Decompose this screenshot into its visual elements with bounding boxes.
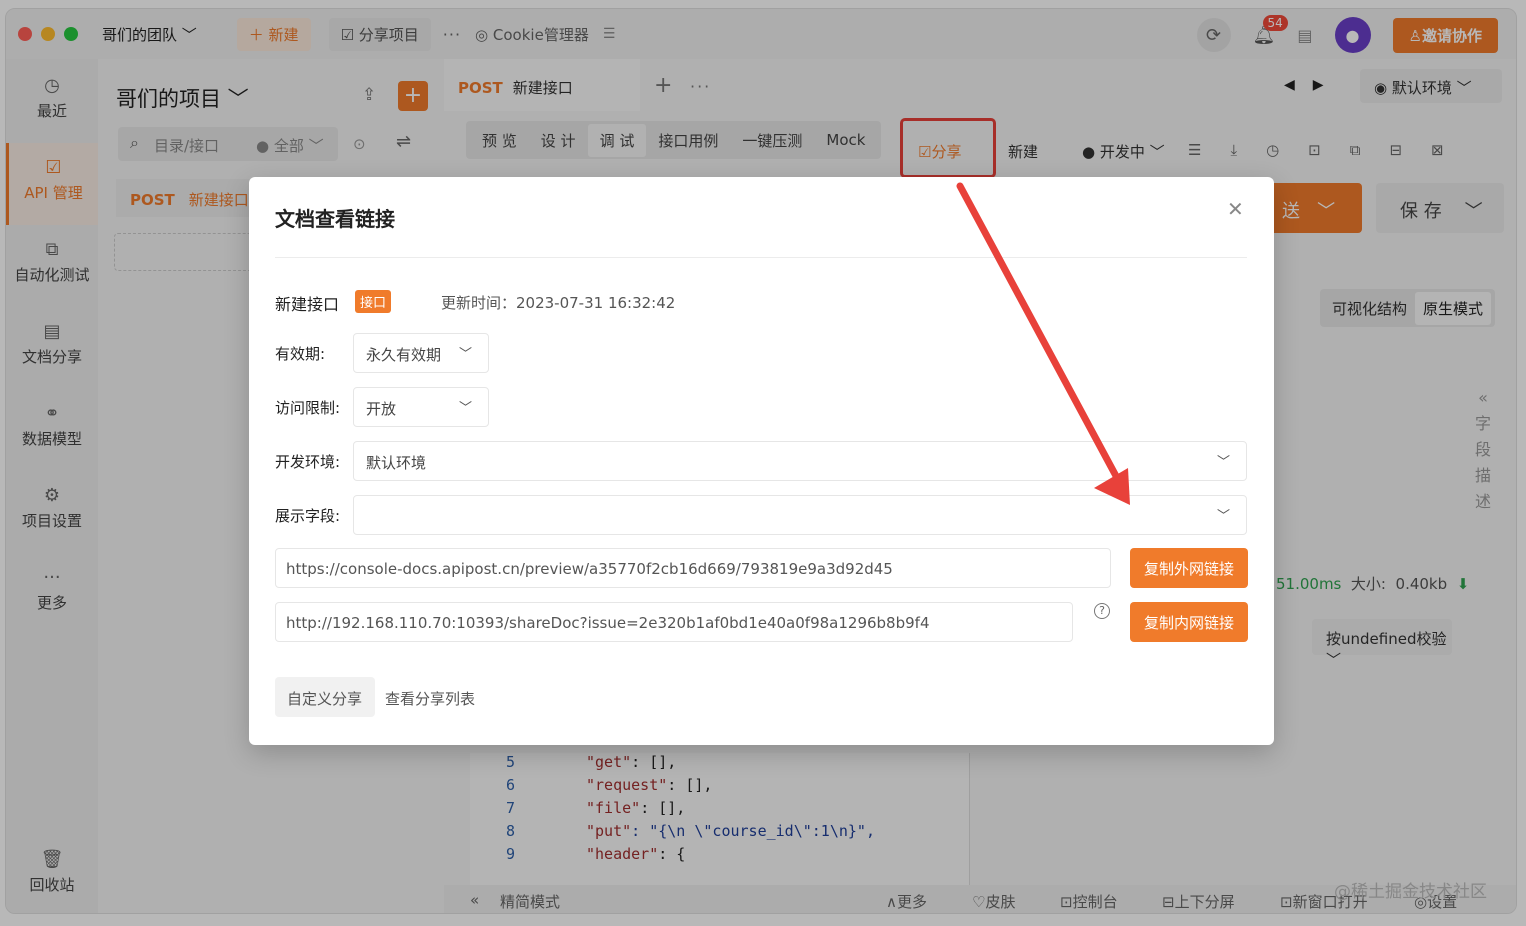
env-select[interactable]: 默认环境 ﹀ [353, 441, 1247, 481]
copy-external-button[interactable]: 复制外网链接 [1130, 548, 1248, 588]
share-link-dialog: 文档查看链接 ✕ 新建接口 接口 更新时间：2023-07-31 16:32:4… [249, 177, 1274, 745]
help-icon[interactable]: ? [1094, 603, 1110, 619]
api-name: 新建接口 [275, 295, 340, 314]
view-share-list-link[interactable]: 查看分享列表 [385, 688, 475, 709]
updated-time: 更新时间：2023-07-31 16:32:42 [441, 294, 676, 312]
close-icon[interactable]: ✕ [1227, 197, 1244, 221]
validity-value: 永久有效期 [366, 346, 442, 364]
copy-internal-button[interactable]: 复制内网链接 [1130, 602, 1248, 642]
divider [275, 257, 1247, 258]
access-select[interactable]: 开放 ﹀ [353, 387, 489, 427]
fields-label: 展示字段: [275, 507, 341, 525]
dialog-title: 文档查看链接 [275, 207, 395, 231]
chevron-down-icon: ﹀ [1216, 509, 1230, 524]
access-value: 开放 [366, 400, 397, 418]
api-tag: 接口 [355, 290, 392, 313]
validity-label: 有效期: [275, 345, 326, 363]
env-value: 默认环境 [366, 454, 427, 472]
env-label: 开发环境: [275, 453, 341, 471]
access-label: 访问限制: [275, 399, 341, 417]
chevron-down-icon: ﹀ [1216, 455, 1230, 470]
internal-link-field[interactable]: http://192.168.110.70:10393/shareDoc?iss… [275, 602, 1073, 642]
external-link-field[interactable]: https://console-docs.apipost.cn/preview/… [275, 548, 1111, 588]
fields-select[interactable]: ﹀ [353, 495, 1247, 535]
validity-select[interactable]: 永久有效期 ﹀ [353, 333, 489, 373]
chevron-down-icon: ﹀ [458, 401, 472, 416]
chevron-down-icon: ﹀ [458, 347, 472, 362]
custom-share-button[interactable]: 自定义分享 [275, 677, 375, 717]
